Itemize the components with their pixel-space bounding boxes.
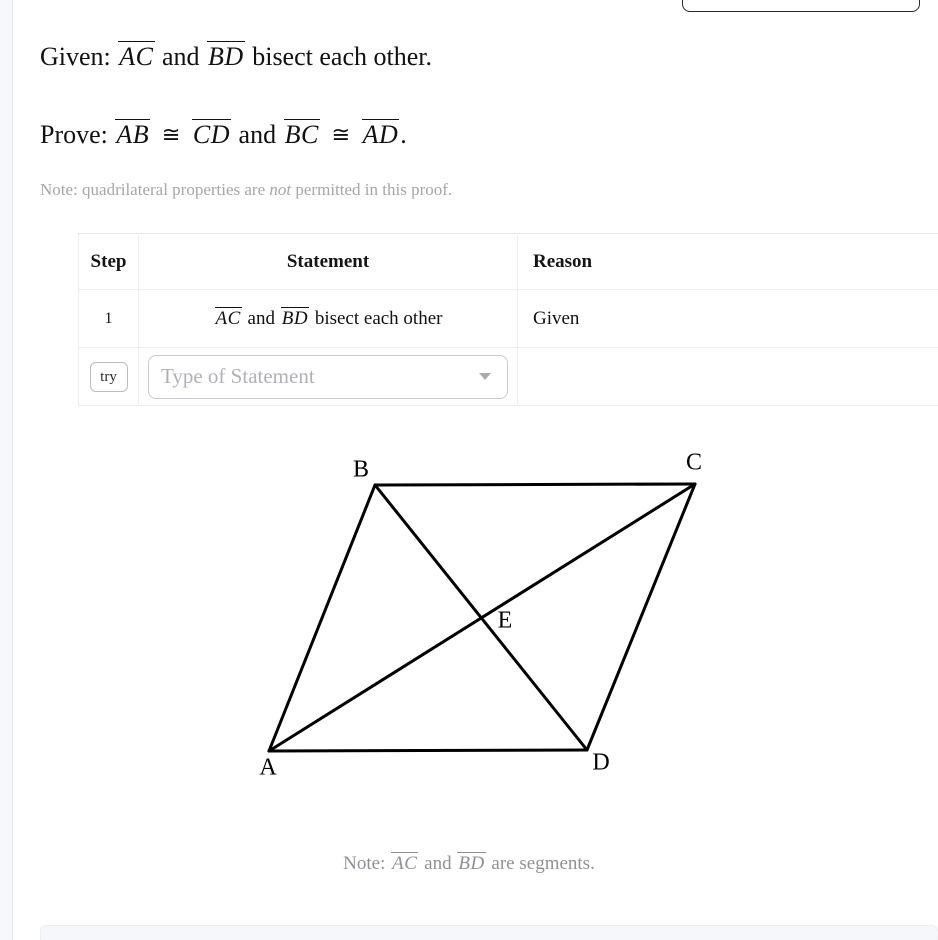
vertex-label-a: A <box>259 755 277 781</box>
cell-try-action: try <box>78 347 139 406</box>
statement-type-select[interactable]: Type of Statement <box>148 354 508 399</box>
given-conjunction: and <box>162 42 200 71</box>
table-header: Step Statement Reason <box>78 233 938 290</box>
vertex-label-d: D <box>592 750 609 776</box>
segment-bc <box>373 482 697 487</box>
note-emphasis: not <box>269 180 292 199</box>
note-prefix: Note: quadrilateral properties are <box>40 180 266 199</box>
figure-edges <box>267 482 697 753</box>
parallelogram-diagram: A B C D E <box>259 450 702 781</box>
cell-statement: AC and BD bisect each other <box>138 289 518 348</box>
segment-bd: BD <box>207 41 245 71</box>
segment-bc: BC <box>283 119 320 149</box>
note-suffix: permitted in this proof. <box>295 180 453 199</box>
bottom-panel-sliver <box>40 925 938 940</box>
segment-ad <box>267 748 589 753</box>
segment-bd: BD <box>280 307 310 329</box>
given-line: Given: AC and BD bisect each other. <box>40 40 900 74</box>
congruent-icon-2: ≅ <box>331 122 351 148</box>
congruent-icon: ≅ <box>161 122 181 148</box>
segment-ac: AC <box>214 307 242 329</box>
figure-caption-conjunction: and <box>424 853 452 874</box>
top-cutoff-control[interactable] <box>682 0 920 12</box>
prove-conjunction: and <box>238 120 277 149</box>
figure-caption: Note: AC and BD are segments. <box>0 852 938 875</box>
table-row-input: try Type of Statement <box>78 347 938 406</box>
cell-reason: Given <box>517 289 938 348</box>
two-column-proof-table: Step Statement Reason 1 AC and BD bisect… <box>78 233 938 406</box>
figure-caption-tail: are segments. <box>491 853 595 874</box>
column-header-reason: Reason <box>517 233 938 290</box>
prove-line: Prove: AB ≅ CD and BC ≅ AD. <box>40 118 900 153</box>
statement-tail: bisect each other <box>314 308 443 329</box>
table-body: 1 AC and BD bisect each other Given try … <box>78 289 938 406</box>
given-tail: bisect each other. <box>252 42 432 71</box>
prove-label: Prove: <box>40 120 108 149</box>
proof-prompt: Given: AC and BD bisect each other. Prov… <box>40 40 900 201</box>
segment-bd <box>373 483 589 752</box>
cell-step-number: 1 <box>78 289 139 348</box>
segment-ab <box>267 483 377 753</box>
vertex-label-e: E <box>498 608 513 634</box>
segment-ac: AC <box>391 852 419 874</box>
prove-period: . <box>400 120 407 149</box>
segment-ab: AB <box>115 119 151 149</box>
cell-reason-input <box>517 347 938 406</box>
table-header-row: Step Statement Reason <box>78 233 938 290</box>
figure-caption-prefix: Note: <box>343 853 386 874</box>
given-label: Given: <box>40 42 111 71</box>
segment-cd: CD <box>191 119 232 149</box>
statement-conjunction: and <box>247 308 275 329</box>
statement-type-placeholder: Type of Statement <box>161 364 315 388</box>
vertex-label-c: C <box>686 450 702 476</box>
column-header-step: Step <box>78 233 139 290</box>
segment-bd: BD <box>457 852 486 874</box>
vertex-label-b: B <box>353 457 369 483</box>
segment-ac: AC <box>118 41 155 71</box>
column-header-statement: Statement <box>138 233 518 290</box>
restriction-note: Note: quadrilateral properties are not p… <box>40 179 900 201</box>
segment-cd <box>585 482 697 752</box>
segment-ad: AD <box>361 119 400 149</box>
try-button[interactable]: try <box>89 361 128 392</box>
table-row: 1 AC and BD bisect each other Given <box>78 289 938 348</box>
cell-statement-input: Type of Statement <box>138 347 518 406</box>
chevron-down-icon <box>479 373 491 380</box>
